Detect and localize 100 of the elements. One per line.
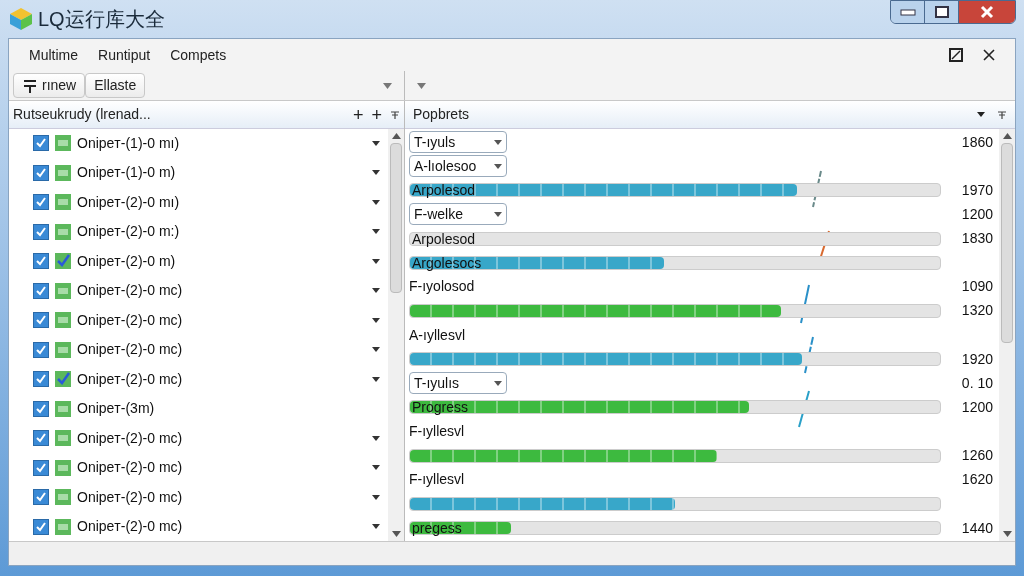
check-icon [55,253,71,270]
marker-line [812,170,822,208]
dropdown[interactable]: A-lıolesoo [409,155,507,178]
toolbar-icon [22,77,38,94]
grid-icon [55,459,71,476]
scrollbar-thumb[interactable] [1001,143,1013,343]
dropdown-icon[interactable] [372,494,380,500]
menu-item[interactable]: Runtiput [90,44,159,66]
checkbox[interactable] [33,400,49,417]
grid-icon [55,518,71,535]
bar-label: Arpolesod [412,229,476,249]
row-label: F-ıyllesvl [409,470,465,490]
value-text: 1320 [960,301,993,321]
caret-icon [494,163,502,169]
checkbox[interactable] [33,430,49,447]
scrollbar-thumb[interactable] [390,143,402,293]
item-label: Onipeт-(2)-0 mc) [77,458,184,478]
dropdown[interactable]: T-ıyulıs [409,372,507,395]
checkbox[interactable] [33,194,49,211]
add-button[interactable]: + [348,105,368,124]
bar-label: Progress [412,398,469,418]
item-label: Onipeт-(2)-0 mc) [77,517,184,537]
checkbox[interactable] [33,489,49,506]
item-label: Onipeт-(2)-0 mc) [77,340,184,360]
checkbox[interactable] [33,312,49,329]
dropdown-icon[interactable] [372,229,380,235]
grid-icon [55,282,71,299]
checkbox[interactable] [33,341,49,358]
scrollbar[interactable] [999,129,1015,541]
add-button[interactable]: + [367,105,386,124]
minimize-icon [899,8,916,16]
item-label: Onipeт-(2)-0 mc) [77,281,184,301]
maximize-button[interactable] [925,1,959,23]
item-label: Onipeт-(2)-0 mc) [77,310,184,330]
checkbox[interactable] [33,282,49,299]
value-text: 1090 [960,277,993,297]
item-label: Onipeт-(2)-0 mc) [77,487,184,507]
value-text: 0. 10 [960,373,993,393]
dropdown-icon[interactable] [372,465,380,471]
menu-item[interactable]: Multime [21,44,86,66]
value-text: 1440 [960,518,993,538]
checkbox[interactable] [33,371,49,388]
toolbar-button[interactable]: Ellaste [85,73,146,98]
value-text: 1830 [960,229,993,248]
checkbox[interactable] [33,518,49,535]
grid-icon [55,164,71,181]
dropdown-icon[interactable] [372,435,380,441]
grid-icon [55,341,71,358]
item-label: Onipeт-(2)-0 mc) [77,369,184,389]
scroll-down-icon[interactable] [391,531,401,537]
item-label: Onipeт-(3m) [77,399,156,419]
grid-icon [55,135,71,151]
dropdown[interactable]: F-welke [409,203,507,226]
dropdown-icon[interactable] [977,112,985,117]
caret-icon [494,139,502,145]
close-icon[interactable] [983,49,995,61]
check-icon [55,371,71,388]
dropdown-icon[interactable] [372,524,380,530]
pane-title: Popbrets [413,105,471,124]
checkbox[interactable] [33,135,49,151]
dropdown-icon[interactable] [372,258,380,264]
item-label: Onipeт-(1)-0 m) [77,163,177,183]
close-icon [979,5,995,19]
grid-icon [55,312,71,329]
grid-icon [55,194,71,211]
scroll-up-icon[interactable] [1002,133,1012,139]
dropdown-icon[interactable] [372,140,380,146]
minimize-button[interactable] [891,1,925,23]
restore-icon[interactable] [949,48,963,62]
dropdown-icon[interactable] [372,288,380,294]
checkbox[interactable] [33,164,49,181]
pane-title: Rutseukrudy (lrenad... [13,105,152,124]
bar-label: Argolesocs [412,253,482,273]
bar-label: pregess [412,519,462,538]
dropdown-icon[interactable] [372,199,380,205]
close-button[interactable] [959,1,1015,23]
bar-label: Arpolesod [412,181,476,201]
value-text: 1620 [960,470,993,490]
menu-item[interactable]: Compets [162,44,235,66]
scroll-down-icon[interactable] [1002,531,1012,537]
value-text: 1200 [960,397,993,417]
item-label: Onipeт-(1)-0 mı) [77,133,181,153]
scroll-up-icon[interactable] [391,133,401,139]
scrollbar[interactable] [388,129,404,541]
value-text: 1860 [960,132,993,152]
dropdown-icon[interactable] [372,347,380,353]
grid-icon [55,430,71,447]
checkbox[interactable] [33,459,49,476]
checkbox[interactable] [33,223,49,240]
toolbar-button[interactable]: rınew [13,73,86,98]
value-text: 1260 [960,446,993,466]
dropdown-icon[interactable] [372,317,380,323]
dropdown[interactable]: T-ıyuls [409,131,507,153]
dropdown-icon[interactable] [372,170,380,176]
grid-icon [55,489,71,506]
dropdown-icon[interactable] [372,376,380,382]
item-label: Onipeт-(2)-0 m:) [77,222,181,242]
checkbox[interactable] [33,253,49,270]
grid-icon [55,223,71,240]
maximize-icon [934,6,949,18]
